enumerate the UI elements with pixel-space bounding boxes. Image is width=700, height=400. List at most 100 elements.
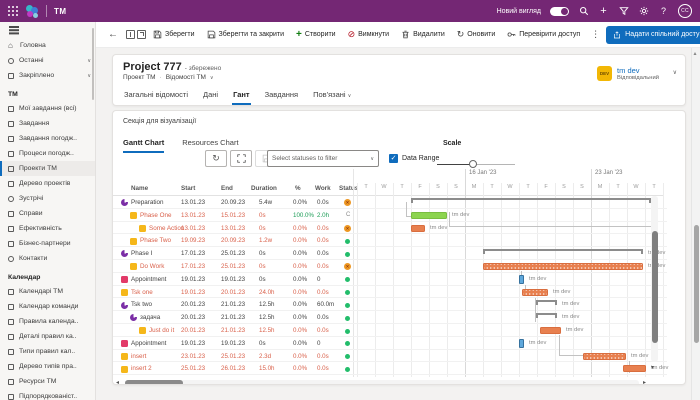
task-bar-orange[interactable] <box>522 289 548 296</box>
gantt-chart-area: NameStartEndDuration%WorkStatusTWTFSSMTW… <box>113 111 685 384</box>
summary-task-bar[interactable] <box>536 313 557 318</box>
sidebar-item-tasks[interactable]: Мої завдання (всі) <box>0 101 95 116</box>
hamburger-menu-icon[interactable] <box>0 22 95 38</box>
task-bar-orange[interactable] <box>583 353 626 360</box>
sidebar-scrollbar[interactable] <box>92 28 95 100</box>
search-icon[interactable] <box>578 6 589 17</box>
sidebar-item-clock[interactable]: Останні∨ <box>0 53 95 68</box>
sidebar-item-rules[interactable]: Правила календа.. <box>0 314 95 329</box>
sidebar-item-resource[interactable]: Ресурси ТМ <box>0 374 95 389</box>
table-row[interactable]: Tsk one19.01.2320.01.2324.0h0.0%0.0s <box>113 286 667 299</box>
task-bar-orange[interactable] <box>411 225 425 232</box>
sidebar-item-process[interactable]: Процеси погодж.. <box>0 146 95 161</box>
tab-gantt[interactable]: Гант <box>232 88 251 105</box>
tab-related[interactable]: Пов'язані∨ <box>312 88 352 105</box>
app-logo-icon[interactable] <box>25 4 39 18</box>
table-row[interactable]: Appointment19.01.2319.01.230s0.0%0 <box>113 337 667 350</box>
gantt-hscroll-thumb[interactable] <box>125 380 183 385</box>
process-icon <box>8 151 14 157</box>
task-bar-green[interactable] <box>411 212 447 219</box>
table-row[interactable]: insert 225.01.2326.01.2315.0h0.0%0.0s <box>113 362 667 375</box>
popout-icon[interactable] <box>137 27 146 43</box>
sidebar-item-contact[interactable]: Контакти <box>0 251 95 266</box>
summary-task-bar[interactable] <box>483 249 643 254</box>
scroll-right-icon[interactable]: ▸ <box>643 379 646 385</box>
header-expand-chevron-icon[interactable]: ∨ <box>673 69 677 76</box>
share-button[interactable]: Надати спільний доступ ∨ <box>606 26 700 44</box>
sidebar-item-partner[interactable]: Бізнес-партнери <box>0 236 95 251</box>
task-bar-orange[interactable] <box>623 365 646 372</box>
sidebar-item-tree[interactable]: Дерево типів пра.. <box>0 359 95 374</box>
sidebar-item-calendar[interactable]: Календар команди <box>0 299 95 314</box>
milestone-marker[interactable] <box>519 339 524 348</box>
task-start: 20.01.23 <box>181 301 205 308</box>
sidebar-item-home[interactable]: ⌂Головна <box>0 38 95 53</box>
sidebar-item-chart[interactable]: Ефективність <box>0 221 95 236</box>
refresh-button[interactable]: ↻ Оновити <box>452 25 501 45</box>
form-view-icon[interactable] <box>126 27 135 43</box>
table-row[interactable]: задача20.01.2321.01.2312.5h0.0%0.0s <box>113 311 667 324</box>
share-label: Надати спільний доступ <box>625 31 700 38</box>
deactivate-button[interactable]: ⊘ Вимкнути <box>343 25 394 45</box>
page-scrollbar[interactable]: ▴ <box>691 48 700 400</box>
sidebar-item-sub[interactable]: Підпорядкованіст.. <box>0 389 95 400</box>
sidebar-item-meeting[interactable]: Зустрічі <box>0 191 95 206</box>
column-header-start: Start <box>181 185 195 192</box>
sidebar-item-case[interactable]: Справи <box>0 206 95 221</box>
sidebar-item-details[interactable]: Деталі правил ка.. <box>0 329 95 344</box>
table-row[interactable]: Appointment19.01.2319.01.230s0.0%0 <box>113 273 667 286</box>
scroll-up-icon[interactable]: ▴ <box>694 50 697 57</box>
back-icon[interactable]: ← <box>108 29 124 40</box>
table-row[interactable]: Some Action13.01.2313.01.230s0.0%0.0s✕ <box>113 222 667 235</box>
gantt-hscroll-track[interactable] <box>125 380 639 385</box>
scroll-down-icon[interactable]: ▾ <box>651 364 654 371</box>
new-look-toggle[interactable] <box>550 7 569 16</box>
milestone-marker[interactable] <box>519 275 524 284</box>
sidebar-item-label: Ефективність <box>19 225 62 232</box>
task-work: 0 <box>317 340 320 347</box>
summary-task-bar[interactable] <box>536 300 557 305</box>
waffle-menu-icon[interactable] <box>8 6 18 16</box>
overflow-menu-icon[interactable]: ⋮ <box>587 29 604 40</box>
table-row[interactable]: Phase Two19.09.2320.09.231.2w0.0%0.0s <box>113 234 667 247</box>
owner-name[interactable]: tm dev <box>617 66 659 75</box>
help-icon[interactable]: ? <box>658 6 669 17</box>
sidebar-item-tree[interactable]: Дерево проектів <box>0 176 95 191</box>
tab-general[interactable]: Загальні відомості <box>123 88 189 105</box>
sidebar-item-approve[interactable]: Завдання погодж.. <box>0 131 95 146</box>
task-work: 0 <box>317 276 320 283</box>
column-header-%: % <box>295 185 301 192</box>
sidebar-item-pin[interactable]: Закріплено∨ <box>0 68 95 83</box>
gear-icon[interactable] <box>638 6 649 17</box>
table-row[interactable]: Just do it20.01.2321.01.2312.5h0.0%0.0s <box>113 324 667 337</box>
sidebar-item-calendar[interactable]: Календарі ТМ <box>0 284 95 299</box>
table-row[interactable]: Phase One13.01.2315.01.230s100.0%2.0hC <box>113 209 667 222</box>
user-avatar[interactable]: CC <box>678 4 692 18</box>
task-duration: 12.5h <box>259 327 274 334</box>
sidebar-item-project[interactable]: Проекти ТМ <box>0 161 95 176</box>
save-and-close-button[interactable]: Зберегти та закрити <box>202 25 290 45</box>
sidebar-item-types[interactable]: Типи правил кал.. <box>0 344 95 359</box>
form-selector[interactable]: Відомості ТМ <box>166 74 206 81</box>
create-button[interactable]: + Створити <box>291 25 341 45</box>
save-button[interactable]: Зберегти <box>148 25 200 45</box>
tasks-icon <box>8 106 14 112</box>
task-percent: 0.0% <box>293 263 307 270</box>
task-bar-orange[interactable] <box>540 327 561 334</box>
sidebar-item-doc[interactable]: Завдання <box>0 116 95 131</box>
check-access-button[interactable]: Перевірити доступ <box>502 25 585 45</box>
gantt-vscroll-thumb[interactable] <box>652 231 658 343</box>
task-bar-orange[interactable] <box>483 263 643 270</box>
delete-button[interactable]: Видалити <box>396 25 450 45</box>
tab-data[interactable]: Дані <box>202 88 219 105</box>
plus-icon[interactable]: + <box>598 6 609 17</box>
task-work: 0.0s <box>317 365 329 372</box>
scroll-left-icon[interactable]: ◂ <box>116 379 119 385</box>
filter-icon[interactable] <box>618 6 629 17</box>
summary-task-bar[interactable] <box>411 198 651 203</box>
page-scrollbar-thumb[interactable] <box>694 225 699 343</box>
tab-tasks[interactable]: Завдання <box>264 88 300 105</box>
owner-field[interactable]: DEV tm dev Відповідальний <box>597 66 659 81</box>
table-row[interactable]: Tsk two20.01.2321.01.2312.5h0.0%60.0m <box>113 298 667 311</box>
app-name[interactable]: TM <box>54 7 67 16</box>
